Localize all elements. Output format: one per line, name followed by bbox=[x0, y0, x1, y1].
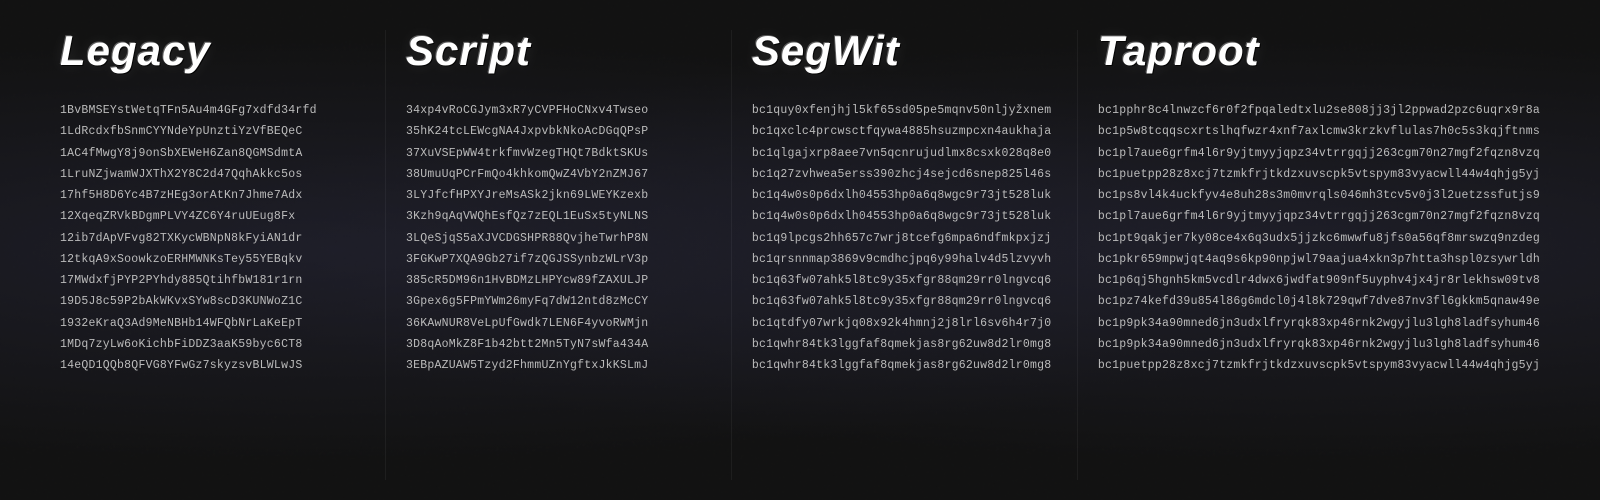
address-item: 1AC4fMwgY8j9onSbXEWeH6Zan8QGMSdmtA bbox=[60, 143, 365, 164]
address-item: 3D8qAoMkZ8F1b42btt2Mn5TyN7sWfa434A bbox=[406, 334, 711, 355]
address-item: 1BvBMSEYstWetqTFn5Au4m4GFg7xdfd34rfd bbox=[60, 100, 365, 121]
column-script: Script 34xp4vRoCGJym3xR7yCVPFHoCNxv4Twseo… bbox=[386, 30, 732, 480]
column-taproot: Taproot bc1pphr8c4lnwzcf6r0f2fpqaledtxlu2… bbox=[1078, 30, 1560, 480]
column-segwit: SegWit bc1quy0xfenjhjl5kf65sd05pe5mqnv50n… bbox=[732, 30, 1078, 480]
address-item: bc1q9lpcgs2hh657c7wrj8tcefg6mpa6ndfmkpxj… bbox=[752, 228, 1057, 249]
address-item: bc1q27zvhwea5erss390zhcj4sejcd6snep825l4… bbox=[752, 164, 1057, 185]
address-list-segwit: bc1quy0xfenjhjl5kf65sd05pe5mqnv50nljyžxn… bbox=[752, 100, 1057, 376]
address-item: 1MDq7zyLw6oKichbFiDDZ3aaK59byc6CT8 bbox=[60, 334, 365, 355]
address-item: 3Kzh9qAqVWQhEsfQz7zEQL1EuSx5tyNLNS bbox=[406, 206, 711, 227]
address-item: 35hK24tcLEWcgNA4JxpvbkNkoAcDGqQPsP bbox=[406, 121, 711, 142]
title-legacy: Legacy bbox=[60, 30, 365, 72]
address-item: bc1pl7aue6grfm4l6r9yjtmyyjqpz34vtrrgqjj2… bbox=[1098, 143, 1540, 164]
address-item: bc1pl7aue6grfm4l6r9yjtmyyjqpz34vtrrgqjj2… bbox=[1098, 206, 1540, 227]
address-item: 12tkqA9xSoowkzoERHMWNKsTey55YEBqkv bbox=[60, 249, 365, 270]
address-item: 3EBpAZUAW5Tzyd2FhmmUZnYgftxJkKSLmJ bbox=[406, 355, 711, 376]
address-item: bc1pt9qakjer7ky08ce4x6q3udx5jjzkc6mwwfu8… bbox=[1098, 228, 1540, 249]
address-item: bc1p9pk34a90mned6jn3udxlfryrqk83xp46rnk2… bbox=[1098, 334, 1540, 355]
address-item: 37XuVSEpWW4trkfmvWzegTHQt7BdktSKUs bbox=[406, 143, 711, 164]
address-item: bc1qtdfy07wrkjq08x92k4hmnj2j8lrl6sv6h4r7… bbox=[752, 313, 1057, 334]
address-item: bc1qwhr84tk3lggfaf8qmekjas8rg62uw8d2lr0m… bbox=[752, 334, 1057, 355]
address-item: 12XqeqZRVkBDgmPLVY4ZC6Y4ruUEug8Fx bbox=[60, 206, 365, 227]
address-item: 1LdRcdxfbSnmCYYNdeYpUnztiYzVfBEQeC bbox=[60, 121, 365, 142]
address-item: bc1pz74kefd39u854l86g6mdcl0j4l8k729qwf7d… bbox=[1098, 291, 1540, 312]
address-item: 1LruNZjwamWJXThX2Y8C2d47QqhAkkc5os bbox=[60, 164, 365, 185]
address-item: 17hf5H8D6Yc4B7zHEg3orAtKn7Jhme7Adx bbox=[60, 185, 365, 206]
address-item: bc1puetpp28z8xcj7tzmkfrjtkdzxuvscpk5vtsp… bbox=[1098, 355, 1540, 376]
address-item: 36KAwNUR8VeLpUfGwdk7LEN6F4yvoRWMjn bbox=[406, 313, 711, 334]
address-list-legacy: 1BvBMSEYstWetqTFn5Au4m4GFg7xdfd34rfd1LdR… bbox=[60, 100, 365, 376]
address-item: bc1pkr659mpwjqt4aq9s6kp90npjwl79aajua4xk… bbox=[1098, 249, 1540, 270]
address-item: bc1quy0xfenjhjl5kf65sd05pe5mqnv50nljyžxn… bbox=[752, 100, 1057, 121]
address-item: 34xp4vRoCGJym3xR7yCVPFHoCNxv4Twseo bbox=[406, 100, 711, 121]
address-item: bc1p5w8tcqqscxrtslhqfwzr4xnf7axlcmw3krzk… bbox=[1098, 121, 1540, 142]
address-item: bc1q63fw07ahk5l8tc9y35xfgr88qm29rr0lngvc… bbox=[752, 291, 1057, 312]
address-item: 3FGKwP7XQA9Gb27if7zQGJSSynbzWLrV3p bbox=[406, 249, 711, 270]
title-segwit: SegWit bbox=[752, 30, 1057, 72]
address-list-taproot: bc1pphr8c4lnwzcf6r0f2fpqaledtxlu2se808jj… bbox=[1098, 100, 1540, 376]
column-legacy: Legacy 1BvBMSEYstWetqTFn5Au4m4GFg7xdfd34r… bbox=[40, 30, 386, 480]
address-item: bc1ps8vl4k4uckfyv4e8uh28s3m0mvrqls046mh3… bbox=[1098, 185, 1540, 206]
address-item: bc1p6qj5hgnh5km5vcdlr4dwx6jwdfat909nf5uy… bbox=[1098, 270, 1540, 291]
address-list-script: 34xp4vRoCGJym3xR7yCVPFHoCNxv4Twseo35hK24… bbox=[406, 100, 711, 376]
address-item: bc1qxclc4prcwsctfqywa4885hsuzmpcxn4aukha… bbox=[752, 121, 1057, 142]
main-columns: Legacy 1BvBMSEYstWetqTFn5Au4m4GFg7xdfd34r… bbox=[0, 0, 1600, 500]
title-taproot: Taproot bbox=[1098, 30, 1540, 72]
address-item: bc1q63fw07ahk5l8tc9y35xfgr88qm29rr0lngvc… bbox=[752, 270, 1057, 291]
address-item: 3Gpex6g5FPmYWm26myFq7dW12ntd8zMcCY bbox=[406, 291, 711, 312]
title-script: Script bbox=[406, 30, 711, 72]
address-item: bc1p9pk34a90mned6jn3udxlfryrqk83xp46rnk2… bbox=[1098, 313, 1540, 334]
address-item: bc1pphr8c4lnwzcf6r0f2fpqaledtxlu2se808jj… bbox=[1098, 100, 1540, 121]
address-item: 3LQeSjqS5aXJVCDGSHPR88QvjheTwrhP8N bbox=[406, 228, 711, 249]
address-item: 3LYJfcfHPXYJreMsASk2jkn69LWEYKzexb bbox=[406, 185, 711, 206]
address-item: bc1qlgajxrp8aee7vn5qcnrujudlmx8csxk028q8… bbox=[752, 143, 1057, 164]
address-item: 12ib7dApVFvg82TXKycWBNpN8kFyiAN1dr bbox=[60, 228, 365, 249]
address-item: bc1puetpp28z8xcj7tzmkfrjtkdzxuvscpk5vtsp… bbox=[1098, 164, 1540, 185]
address-item: 19D5J8c59P2bAkWKvxSYw8scD3KUNWoZ1C bbox=[60, 291, 365, 312]
address-item: bc1q4w0s0p6dxlh04553hp0a6q8wgc9r73jt528l… bbox=[752, 206, 1057, 227]
address-item: 385cR5DM96n1HvBDMzLHPYcw89fZAXULJP bbox=[406, 270, 711, 291]
address-item: 14eQD1QQb8QFVG8YFwGz7skyzsvBLWLwJS bbox=[60, 355, 365, 376]
address-item: 38UmuUqPCrFmQo4khkomQwZ4VbY2nZMJ67 bbox=[406, 164, 711, 185]
address-item: bc1q4w0s0p6dxlh04553hp0a6q8wgc9r73jt528l… bbox=[752, 185, 1057, 206]
address-item: bc1qrsnnmap3869v9cmdhcjpq6y99halv4d5lzvy… bbox=[752, 249, 1057, 270]
address-item: 1932eKraQ3Ad9MeNBHb14WFQbNrLaKeEpT bbox=[60, 313, 365, 334]
address-item: bc1qwhr84tk3lggfaf8qmekjas8rg62uw8d2lr0m… bbox=[752, 355, 1057, 376]
address-item: 17MWdxfjPYP2PYhdy885QtihfbW181r1rn bbox=[60, 270, 365, 291]
